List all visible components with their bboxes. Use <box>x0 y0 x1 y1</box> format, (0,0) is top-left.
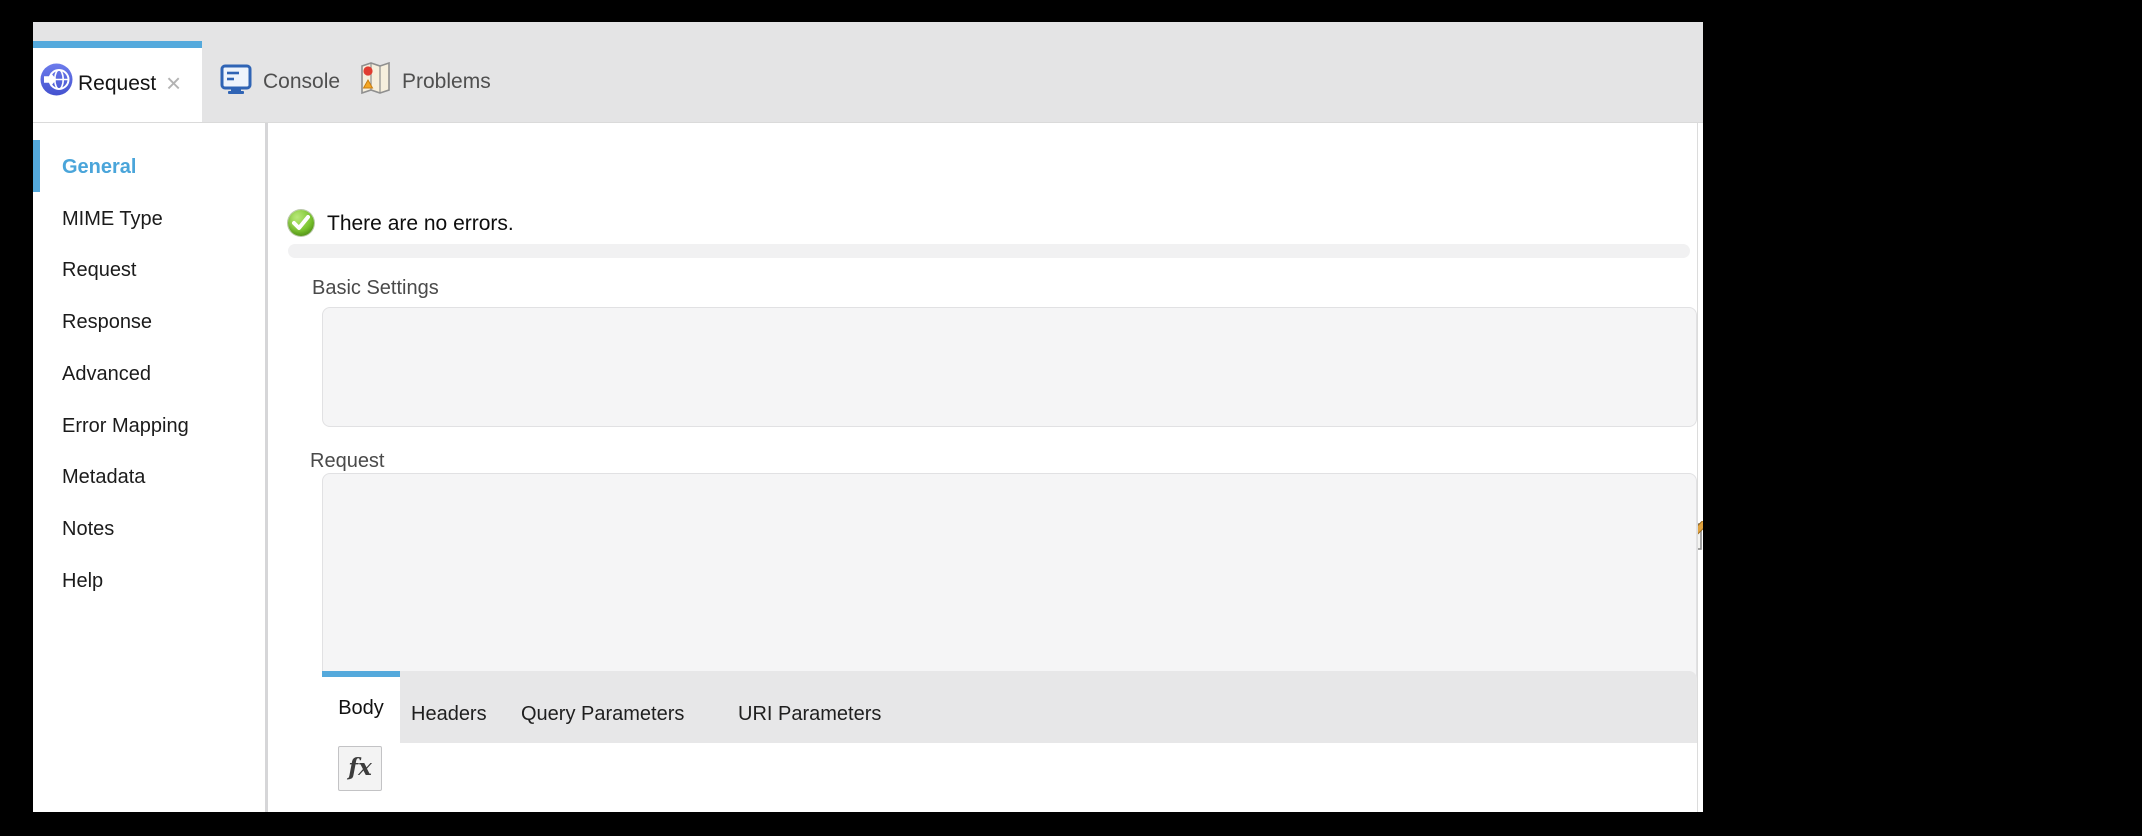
tab-request[interactable]: Request × <box>33 41 202 122</box>
tab-console[interactable]: Console <box>220 41 340 122</box>
request-tab-headers[interactable]: Headers <box>411 702 487 726</box>
sidebar-item-advanced[interactable]: Advanced <box>62 361 151 387</box>
sidebar-active-indicator <box>33 140 40 192</box>
request-tab-folder: Body Headers Query Parameters URI Parameter… <box>322 671 1697 743</box>
status-message: There are no errors. <box>327 212 514 236</box>
properties-window: Request × Console <box>33 22 1703 812</box>
no-errors-check-icon <box>288 210 314 236</box>
http-request-globe-icon <box>40 63 73 101</box>
body-tab-content: fx 1 #[output application/x-www-form-url… <box>322 743 1697 812</box>
request-tab-uri-parameters[interactable]: URI Parameters <box>738 702 881 726</box>
basic-settings-heading: Basic Settings <box>312 277 439 300</box>
sidebar-item-notes[interactable]: Notes <box>62 516 114 542</box>
editor-tab-bar: Request × Console <box>33 22 1703 123</box>
console-icon <box>220 63 252 100</box>
sidebar-item-mime-type[interactable]: MIME Type <box>62 206 163 232</box>
close-tab-icon[interactable]: × <box>166 68 181 99</box>
tab-label: Body <box>322 697 400 720</box>
sidebar-item-help[interactable]: Help <box>62 568 103 594</box>
tab-console-label: Console <box>263 70 340 94</box>
sidebar-item-request[interactable]: Request <box>62 257 137 283</box>
window-right-border <box>1697 123 1698 812</box>
sidebar-item-general[interactable]: General <box>62 154 136 180</box>
request-tab-body[interactable]: Body <box>322 671 400 743</box>
request-section-heading: Request <box>310 450 385 473</box>
body-fx-button[interactable]: fx <box>338 746 382 791</box>
collapsed-panel-strip <box>288 244 1690 258</box>
properties-sidebar: General MIME Type Request Response Advanced E… <box>33 123 265 812</box>
basic-settings-panel: Configuration: HTTP_Request_configuratio… <box>322 307 1697 427</box>
tab-problems[interactable]: Problems <box>360 41 491 122</box>
sidebar-item-error-mapping[interactable]: Error Mapping <box>62 413 189 439</box>
tab-request-label: Request <box>78 72 156 96</box>
problems-icon <box>360 62 391 101</box>
general-tab-content: There are no errors. Basic Settings Conf… <box>268 123 1697 812</box>
sidebar-item-response[interactable]: Response <box>62 309 152 335</box>
sidebar-item-metadata[interactable]: Metadata <box>62 464 145 490</box>
request-tab-query-parameters[interactable]: Query Parameters <box>521 702 684 726</box>
tab-problems-label: Problems <box>402 70 491 94</box>
